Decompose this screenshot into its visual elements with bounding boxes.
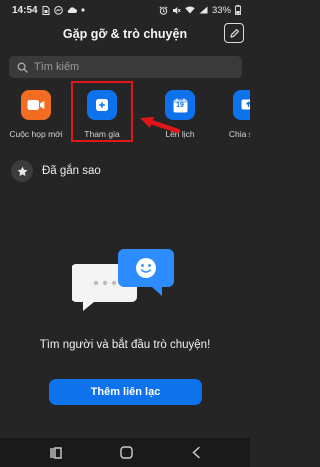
- dot-icon: [80, 8, 85, 12]
- share-screen-tile[interactable]: [233, 90, 250, 120]
- messenger-icon: [53, 5, 63, 15]
- calendar-icon: 19: [173, 98, 188, 113]
- mute-icon: [172, 6, 181, 15]
- battery-icon: [235, 5, 241, 15]
- status-bar: 14:54 33%: [0, 0, 250, 20]
- red-arrow-icon: [140, 117, 181, 134]
- search-icon: [17, 62, 28, 73]
- battery-percent: 33%: [211, 4, 231, 16]
- star-icon: [17, 166, 28, 177]
- wifi-icon: [185, 6, 195, 14]
- video-camera-icon: [27, 99, 45, 111]
- calendar-date: 19: [176, 101, 184, 109]
- star-badge: [11, 160, 33, 182]
- chat-bubbles-icon: [72, 249, 174, 311]
- recent-apps-icon[interactable]: [49, 446, 63, 459]
- starred-label: Đã gắn sao: [42, 165, 101, 177]
- signal-icon: [199, 6, 208, 14]
- new-meeting-label: Cuộc họp mới: [9, 129, 63, 139]
- cloud-icon: [67, 6, 77, 14]
- add-contact-button[interactable]: Thêm liên lạc: [49, 379, 202, 405]
- status-time: 14:54: [12, 4, 38, 16]
- title-bar: Gặp gỡ & trò chuyện: [0, 20, 250, 48]
- highlight-box: [71, 81, 133, 142]
- page-title: Gặp gỡ & trò chuyện: [62, 27, 188, 41]
- sim-icon: [42, 5, 50, 15]
- status-right: 33%: [159, 5, 241, 16]
- edit-button[interactable]: [224, 23, 244, 43]
- alarm-icon: [159, 5, 168, 15]
- action-new-meeting[interactable]: Cuộc họp mới: [8, 88, 64, 148]
- new-meeting-tile[interactable]: [21, 90, 51, 120]
- back-icon[interactable]: [191, 446, 201, 459]
- empty-state-message: Tìm người và bắt đầu trò chuyện!: [39, 339, 211, 351]
- action-share-screen[interactable]: Chia sẻ m: [220, 88, 250, 148]
- share-screen-label: Chia sẻ m: [228, 129, 250, 139]
- edit-icon: [229, 28, 240, 39]
- status-left: 14:54: [12, 5, 85, 16]
- share-screen-icon: [241, 99, 250, 112]
- search-input[interactable]: [34, 61, 234, 73]
- search-bar[interactable]: [9, 56, 242, 78]
- home-icon[interactable]: [120, 446, 134, 459]
- navigation-bar: [0, 438, 250, 467]
- starred-row[interactable]: Đã gắn sao: [0, 158, 250, 184]
